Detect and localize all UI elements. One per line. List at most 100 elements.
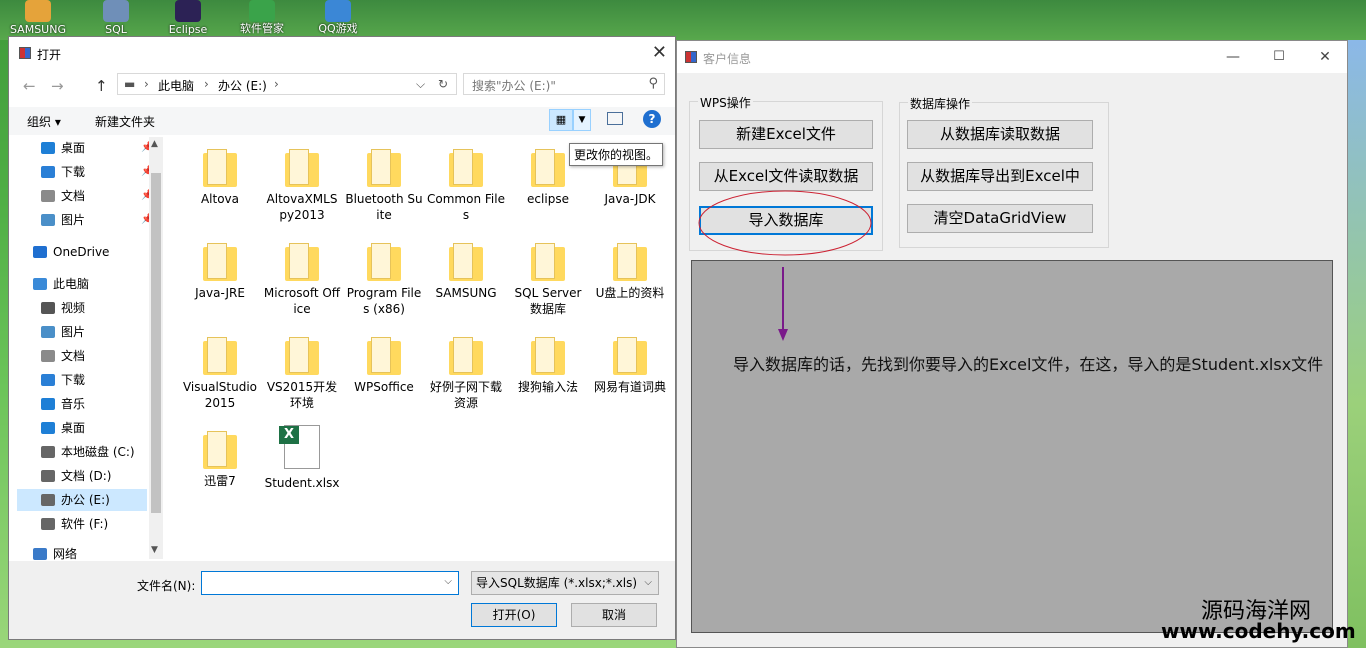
file-label: U盘上的资料 — [595, 286, 665, 300]
excel-file-icon: X — [279, 425, 320, 469]
chevron-right-icon: › — [274, 77, 279, 91]
folder-icon — [449, 149, 483, 187]
file-item[interactable]: Bluetooth Suite — [345, 139, 423, 225]
nav-item[interactable]: 文档 📌 — [17, 185, 153, 207]
file-item[interactable]: 网易有道词典 — [591, 327, 669, 413]
chevron-down-icon[interactable]: ⌵ — [416, 77, 425, 92]
file-label: Java-JDK — [604, 192, 656, 206]
shortcut-label: 软件管家 — [240, 22, 284, 35]
nav-item-icon — [41, 350, 55, 362]
file-item[interactable]: Altova — [181, 139, 259, 225]
nav-scrollbar-thumb[interactable] — [151, 173, 161, 513]
view-icon[interactable]: ▦ — [549, 109, 573, 131]
preview-pane-icon[interactable] — [607, 112, 623, 125]
file-item[interactable]: AltovaXMLSpy2013 — [263, 139, 341, 225]
file-item[interactable]: Java-JRE — [181, 233, 259, 319]
nav-item[interactable]: 视频 — [17, 297, 147, 319]
chevron-down-icon: ⌵ — [644, 577, 652, 588]
file-item[interactable]: 好例子网下载资源 — [427, 327, 505, 413]
file-list[interactable]: Altova AltovaXMLSpy2013 Bluetooth Suite Com… — [165, 137, 673, 557]
nav-item[interactable]: 桌面 — [17, 417, 147, 439]
chevron-right-icon: › — [204, 77, 209, 91]
nav-item-label: 办公 (E:) — [61, 493, 110, 507]
excel-badge-icon: X — [279, 426, 299, 444]
refresh-icon[interactable]: ↻ — [438, 77, 448, 91]
up-arrow-icon[interactable]: ↑ — [95, 77, 108, 95]
nav-item[interactable]: 音乐 — [17, 393, 147, 415]
nav-item[interactable]: 此电脑 — [17, 273, 147, 295]
breadcrumb-drive[interactable]: 办公 (E:) — [218, 77, 267, 94]
watermark-url: www.codehy.com — [1161, 619, 1356, 643]
file-label: SQL Server数据库 — [514, 286, 582, 316]
folder-icon — [531, 243, 565, 281]
address-bar[interactable]: ▬ › 此电脑 › 办公 (E:) › ⌵ ↻ — [117, 73, 457, 95]
shortcut-icon — [175, 0, 201, 22]
dialog-title: 打开 — [37, 48, 62, 62]
file-item[interactable]: 迅雷7 — [181, 421, 259, 507]
scroll-up-icon[interactable]: ▲ — [151, 139, 158, 149]
nav-item[interactable]: 下载 📌 — [17, 161, 153, 183]
file-label: VS2015开发环境 — [266, 380, 338, 410]
nav-item[interactable]: 文档 — [17, 345, 147, 367]
file-label: Altova — [200, 192, 240, 206]
file-item[interactable]: 搜狗输入法 — [509, 327, 587, 413]
nav-item-icon — [41, 190, 55, 202]
file-item[interactable]: VisualStudio2015 — [181, 327, 259, 413]
file-item[interactable]: VS2015开发环境 — [263, 327, 341, 413]
file-item[interactable]: SAMSUNG — [427, 233, 505, 319]
organize-button[interactable]: 组织 ▾ — [27, 113, 61, 130]
scroll-down-icon[interactable]: ▼ — [151, 545, 158, 555]
nav-item[interactable]: 文档 (D:) — [17, 465, 147, 487]
file-item[interactable]: Common Files — [427, 139, 505, 225]
desktop-shortcut[interactable]: SQL — [86, 0, 146, 38]
breadcrumb-this-pc[interactable]: 此电脑 — [158, 77, 194, 94]
help-icon[interactable]: ? — [643, 110, 661, 128]
chevron-down-icon[interactable]: ▼ — [573, 109, 591, 131]
file-type-select[interactable]: 导入SQL数据库 (*.xlsx;*.xls) ⌵ — [471, 571, 659, 595]
file-item[interactable]: Program Files (x86) — [345, 233, 423, 319]
file-label: 好例子网下载资源 — [429, 380, 502, 410]
cancel-button[interactable]: 取消 — [571, 603, 657, 627]
search-input[interactable]: 搜索"办公 (E:)" ⚲ — [463, 73, 665, 95]
file-label: 搜狗输入法 — [517, 380, 578, 394]
new-folder-button[interactable]: 新建文件夹 — [95, 113, 155, 130]
file-label: Microsoft Office — [263, 286, 341, 316]
nav-item[interactable]: 办公 (E:) — [17, 489, 147, 511]
file-item[interactable]: Microsoft Office — [263, 233, 341, 319]
nav-item[interactable]: 图片 — [17, 321, 147, 343]
filename-input[interactable]: ⌵ — [201, 571, 459, 595]
view-tooltip: 更改你的视图。 — [569, 143, 664, 166]
folder-icon — [449, 337, 483, 375]
navigation-pane[interactable]: 桌面 📌 下载 📌 文档 📌 图片 📌 OneDrive 此电脑视频图片文档下载 音乐 桌面 本地磁盘 … — [9, 137, 163, 561]
file-item[interactable]: U盘上的资料 — [591, 233, 669, 319]
file-item[interactable]: SQL Server数据库 — [509, 233, 587, 319]
file-label: Java-JRE — [195, 286, 245, 300]
annotation-arrowhead — [778, 329, 788, 341]
desktop-shortcut[interactable]: QQ游戏 — [308, 0, 368, 38]
open-button[interactable]: 打开(O) — [471, 603, 557, 627]
nav-item-icon — [41, 166, 55, 178]
desktop-shortcut[interactable]: SAMSUNG — [8, 0, 68, 38]
close-icon[interactable]: ✕ — [652, 42, 667, 63]
chevron-down-icon[interactable]: ⌵ — [444, 576, 452, 587]
nav-item[interactable]: 桌面 📌 — [17, 137, 153, 159]
nav-item[interactable]: 本地磁盘 (C:) — [17, 441, 147, 463]
nav-item[interactable]: 软件 (F:) — [17, 513, 147, 535]
command-bar: 组织 ▾ 新建文件夹 ▦ ▼ ? — [9, 107, 675, 135]
annotation-overlay — [698, 190, 872, 341]
nav-item-label: 视频 — [61, 301, 86, 315]
forward-arrow-icon[interactable]: → — [51, 77, 64, 95]
nav-item[interactable]: 下载 — [17, 369, 147, 391]
nav-item-label: 文档 — [61, 349, 86, 363]
file-item[interactable]: WPSoffice — [345, 327, 423, 413]
desktop-shortcut[interactable]: 软件管家 — [232, 0, 292, 38]
file-label: AltovaXMLSpy2013 — [266, 192, 338, 222]
shortcut-label: SAMSUNG — [10, 23, 66, 36]
file-label: Program Files (x86) — [346, 286, 422, 316]
desktop-shortcut[interactable]: Eclipse — [158, 0, 218, 38]
nav-item[interactable]: OneDrive — [17, 241, 147, 263]
shortcut-icon — [325, 0, 351, 22]
nav-item[interactable]: 图片 📌 — [17, 209, 153, 231]
back-arrow-icon[interactable]: ← — [23, 77, 36, 95]
file-item[interactable]: X Student.xlsx — [263, 421, 341, 507]
